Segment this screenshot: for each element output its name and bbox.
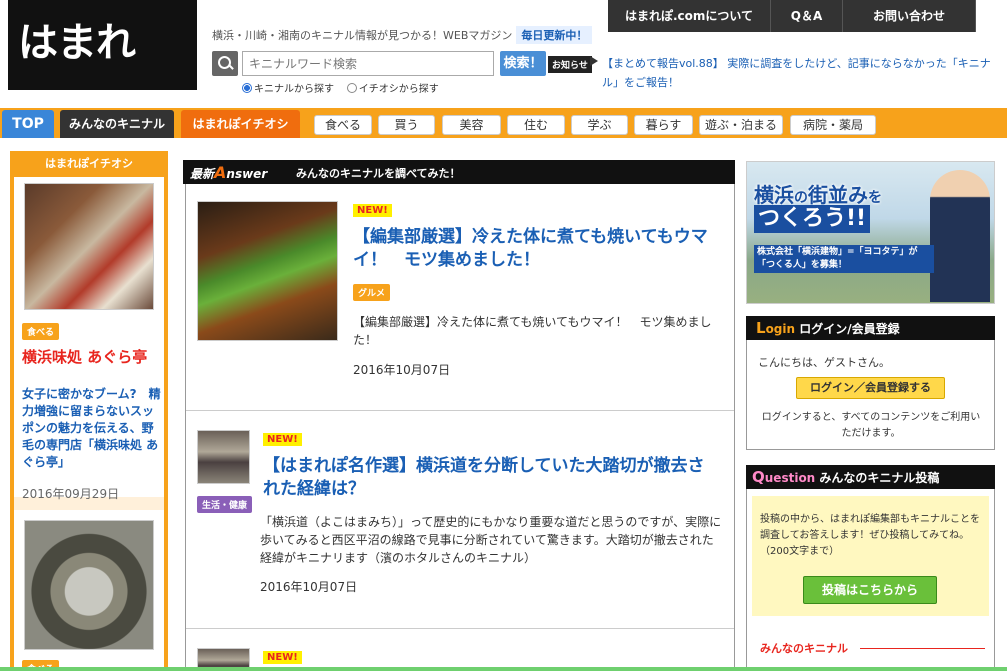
category-tab-kurasu[interactable]: 暮らす [634,115,693,135]
question-jp: みんなのキニナル投稿 [819,471,940,485]
banner-subtext: 株式会社「横浜建物」=「ヨコタテ」が「つくる人」を募集！ [754,245,934,273]
search-icon [212,51,238,76]
category-tab-byouin[interactable]: 病院・薬局 [790,115,876,135]
subheading-divider [860,648,985,649]
bottom-accent-bar [0,667,1007,671]
minna-kininaru-subheading: みんなのキニナル [760,642,848,655]
banner-slogan: つくろう!! [754,205,871,233]
login-note: ログインすると、すべてのコンテンツをご利用いただけます。 [761,412,981,439]
login-header-label: Login ログイン/会員登録 [756,319,900,337]
question-q: Q [752,468,765,486]
greeting-text: こんにちは、ゲストさん。 [758,356,890,369]
search-mode-radios: キニナルから探す イチオシから探す [242,80,439,95]
article-1-thumbnail[interactable] [197,201,338,341]
category-tab-taberu[interactable]: 食べる [314,115,372,135]
answer-prefix: 最新 [190,167,215,181]
article-2-date: 2016年10月07日 [260,580,358,594]
article-2-thumbnail[interactable] [197,430,250,484]
radio-ichioshi[interactable] [346,83,357,93]
search-input[interactable] [242,51,494,76]
radio-ichioshi-label: イチオシから探す [358,84,439,95]
article-1-title[interactable]: 【編集部厳選】冷えた体に煮ても焼いてもウマイ！ モツ集めました！ [353,226,723,272]
article-1-excerpt: 【編集部厳選】冷えた体に煮ても焼いてもウマイ！ モツ集めました！ [353,315,712,347]
post-question-button[interactable]: 投稿はこちらから [803,576,937,604]
notice-link[interactable]: 【まとめて報告vol.88】 実際に調査をしたけど、記事にならなかった「キニナル… [602,54,994,92]
article-divider [186,410,734,411]
category-tab-kau[interactable]: 買う [378,115,435,135]
tab-ichioshi[interactable]: はまれぽイチオシ [181,110,300,138]
login-register-button[interactable]: ログイン／会員登録する [796,377,945,399]
notice-label: お知らせ [548,56,592,73]
ichioshi-title[interactable]: 横浜味処 あぐら亭 [22,348,162,366]
banner-word-2: の [794,190,808,206]
radio-kininaru-label: キニナルから探す [254,84,334,95]
site-logo[interactable]: はまれぽ.com [8,0,197,152]
category-tab-asobu[interactable]: 遊ぶ・泊まる [699,115,783,135]
nav-about[interactable]: はまれぽ.comについて [608,0,771,32]
ichioshi-heading: はまれぽイチオシ [10,151,168,177]
notice-arrow-icon [590,56,598,66]
banner-word-1: 横浜 [754,183,794,207]
article-1-date: 2016年10月07日 [353,363,451,377]
login-ogin: ogin [765,322,796,336]
ichioshi-subtitle[interactable]: 女子に密かなブーム? 精力増強に留まらないスッポンの魅力を伝える、野毛の専門店「… [22,386,162,471]
article-1-category: グルメ [353,284,391,301]
search-button[interactable]: 検索！ [500,51,546,76]
ichioshi-photo[interactable] [24,183,154,310]
answer-header-label: 最新Answer [190,163,267,182]
ichioshi-date: 2016年09月29日 [22,487,120,501]
category-tab-manabu[interactable]: 学ぶ [571,115,628,135]
new-badge: NEW! [263,433,302,446]
answer-header-text: みんなのキニナルを調べてみた！ [296,167,461,180]
site-tagline: 横浜・川崎・湘南のキニナル情報が見つかる！WEBマガジン 毎日更新中！ [212,26,593,44]
article-2-excerpt: 「横浜道（よこはまみち）」って歴史的にもかなり重要な道だと思うのですが、実際に歩… [260,515,722,565]
login-l: L [756,319,766,337]
tab-minna-kininaru[interactable]: みんなのキニナル [60,110,174,138]
login-jp: ログイン/会員登録 [799,322,900,336]
nav-qa[interactable]: Q＆A [771,0,843,32]
new-badge: NEW! [263,651,302,664]
answer-rest: nswer [226,167,268,181]
daily-update-badge: 毎日更新中！ [516,26,593,44]
banner-word-4: を [868,190,882,206]
article-divider [186,628,734,629]
top-nav: はまれぽ.comについて Q＆A お問い合わせ [608,0,976,32]
category-tab-sumu[interactable]: 住む [507,115,565,135]
answer-a: A [214,163,227,182]
article-2-category: 生活・健康 [197,496,253,513]
banner-headline: 横浜の街並みを [754,179,882,208]
nav-contact[interactable]: お問い合わせ [843,0,976,32]
radio-kininaru[interactable] [242,83,252,93]
tab-top[interactable]: TOP [2,110,54,138]
new-badge: NEW! [353,204,392,217]
category-tab-biyou[interactable]: 美容 [442,115,501,135]
question-info-text: 投稿の中から、はまれぽ編集部もキニナルことを調査してお答えします！ぜひ投稿してみ… [760,514,980,557]
banner-word-3: 街並み [808,183,868,207]
ichioshi-photo-2[interactable] [24,520,154,650]
question-header-label: Question みんなのキニナル投稿 [752,468,939,486]
category-badge: 食べる [22,323,60,340]
tagline-text: 横浜・川崎・湘南のキニナル情報が見つかる！WEBマガジン [212,29,513,42]
question-uestion: uestion [764,471,816,485]
banner-person-image [930,170,990,302]
article-2-title[interactable]: 【はまれぽ名作選】横浜道を分断していた大踏切が撤去された経緯は？ [263,455,718,501]
